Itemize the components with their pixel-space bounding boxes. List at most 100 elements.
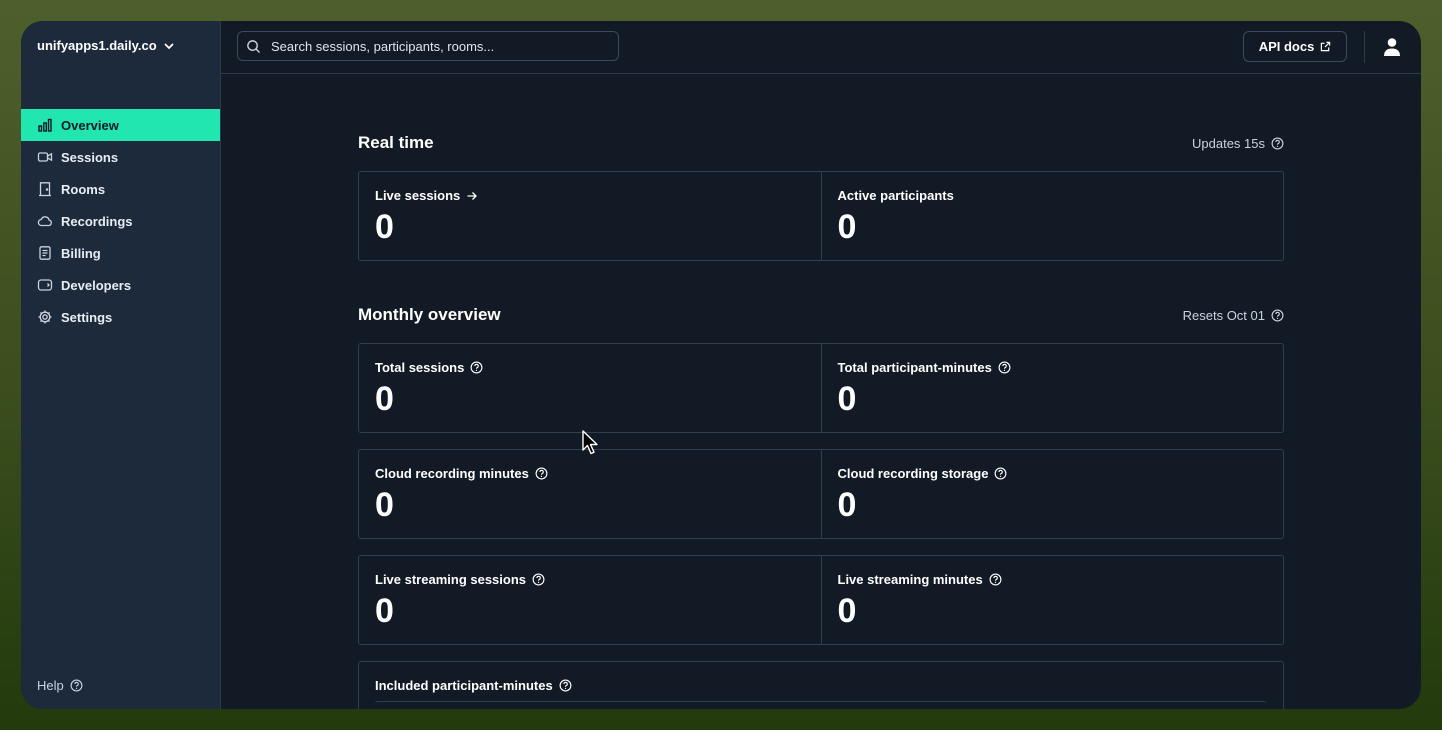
question-circle-icon[interactable] [559,679,572,692]
usage-progress-bar [375,701,1267,708]
card-label-text: Live streaming sessions [375,572,527,587]
card-label-text: Live sessions [375,188,461,203]
sidebar: unifyapps1.daily.co Overview Sessions Ro… [21,21,221,709]
sidebar-item-label: Rooms [61,181,106,197]
question-circle-icon[interactable] [535,467,548,480]
help-label: Help [37,678,64,693]
workspace-domain: unifyapps1.daily.co [37,38,157,53]
section-title: Real time [358,133,434,152]
card-value: 0 [837,380,857,418]
live-streaming-minutes-card: Live streaming minutes 0 [820,556,1284,644]
updates-note: Updates 15s [1192,135,1265,151]
card-label-text: Cloud recording storage [837,466,989,481]
card-value: 0 [375,208,394,246]
card-label: Total participant-minutes [838,360,1268,375]
bar-chart-icon [38,118,52,132]
card-label: Included participant-minutes [375,678,1267,693]
card-label: Live streaming minutes [838,572,1268,587]
card-label: Total sessions [375,360,805,375]
question-circle-icon[interactable] [998,361,1011,374]
search-icon [247,39,260,53]
sidebar-item-label: Sessions [61,149,119,165]
dashboard-content: Real time Updates 15s Live sessions 0 Ac… [358,73,1284,709]
gear-icon [38,310,52,324]
card-value: 0 [375,486,394,524]
sidebar-item-label: Overview [61,117,119,133]
total-sessions-card: Total sessions 0 [359,344,821,432]
help-link[interactable]: Help [37,678,83,693]
monthly-row: Live streaming sessions 0 Live streaming… [358,555,1284,645]
monthly-row: Cloud recording minutes 0 Cloud recordin… [358,449,1284,539]
cloud-icon [37,216,52,227]
card-label-text: Cloud recording minutes [375,466,529,481]
question-circle-icon[interactable] [532,573,545,586]
sidebar-item-label: Developers [61,277,132,293]
card-label-text: Total participant-minutes [837,360,992,375]
realtime-header: Real time Updates 15s [358,125,1284,161]
card-value: 0 [837,592,857,630]
top-bar: API docs [221,21,1421,74]
sidebar-item-settings[interactable]: Settings [21,301,220,333]
sidebar-item-developers[interactable]: Developers [21,269,220,301]
user-icon [1384,38,1400,56]
realtime-cards: Live sessions 0 Active participants 0 [358,171,1284,261]
search-input[interactable] [269,37,603,55]
question-circle-icon[interactable] [1271,309,1284,322]
card-label-text: Total sessions [375,360,465,375]
section-note: Resets Oct 01 [1183,308,1284,323]
search-box[interactable] [237,31,619,61]
sidebar-item-rooms[interactable]: Rooms [21,173,220,205]
question-circle-icon[interactable] [994,467,1007,480]
sidebar-item-billing[interactable]: Billing [21,237,220,269]
card-label: Cloud recording minutes [375,466,805,481]
monthly-header: Monthly overview Resets Oct 01 [358,297,1284,333]
monthly-row: Total sessions 0 Total participant-minut… [358,343,1284,433]
workspace-switcher[interactable]: unifyapps1.daily.co [37,38,175,53]
chevron-down-icon [164,43,174,49]
card-value: 0 [837,486,857,524]
receipt-icon [39,246,51,260]
main-area: API docs Real time Updates 15s [221,21,1421,709]
sidebar-item-overview[interactable]: Overview [21,109,220,141]
card-label-text: Live streaming minutes [837,572,983,587]
included-minutes-card: Included participant-minutes [358,661,1284,709]
sidebar-item-label: Settings [61,309,113,325]
live-sessions-card[interactable]: Live sessions 0 [359,172,821,260]
card-label: Live sessions [375,188,805,203]
video-camera-icon [37,152,53,162]
card-value: 0 [375,380,394,418]
total-participant-minutes-card: Total participant-minutes 0 [820,344,1284,432]
resets-note: Resets Oct 01 [1182,307,1265,323]
active-participants-card: Active participants 0 [820,172,1284,260]
card-value: 0 [837,208,857,246]
mouse-cursor-icon [582,430,598,455]
card-label-text: Active participants [837,188,954,203]
code-block-icon [37,279,53,291]
live-streaming-sessions-card: Live streaming sessions 0 [359,556,821,644]
sidebar-item-label: Recordings [61,213,133,229]
card-value: 0 [375,592,394,630]
question-circle-icon [70,679,83,692]
section-title: Monthly overview [358,305,501,324]
card-label: Live streaming sessions [375,572,805,587]
arrow-right-icon [467,191,478,200]
sidebar-nav: Overview Sessions Rooms Recordings Billi… [21,109,220,333]
card-label: Active participants [838,188,1268,203]
topbar-divider [1364,31,1365,63]
api-docs-label: API docs [1258,39,1315,54]
sidebar-item-sessions[interactable]: Sessions [21,141,220,173]
user-menu[interactable] [1383,37,1401,62]
api-docs-button[interactable]: API docs [1243,31,1347,62]
app-window: unifyapps1.daily.co Overview Sessions Ro… [21,21,1421,709]
question-circle-icon[interactable] [1271,137,1284,150]
cloud-recording-storage-card: Cloud recording storage 0 [820,450,1284,538]
card-label-text: Included participant-minutes [375,678,553,693]
cloud-recording-minutes-card: Cloud recording minutes 0 [359,450,821,538]
card-label: Cloud recording storage [838,466,1268,481]
question-circle-icon[interactable] [989,573,1002,586]
door-icon [39,182,51,197]
section-note: Updates 15s [1192,136,1284,151]
sidebar-item-label: Billing [61,245,101,261]
question-circle-icon[interactable] [470,361,483,374]
sidebar-item-recordings[interactable]: Recordings [21,205,220,237]
